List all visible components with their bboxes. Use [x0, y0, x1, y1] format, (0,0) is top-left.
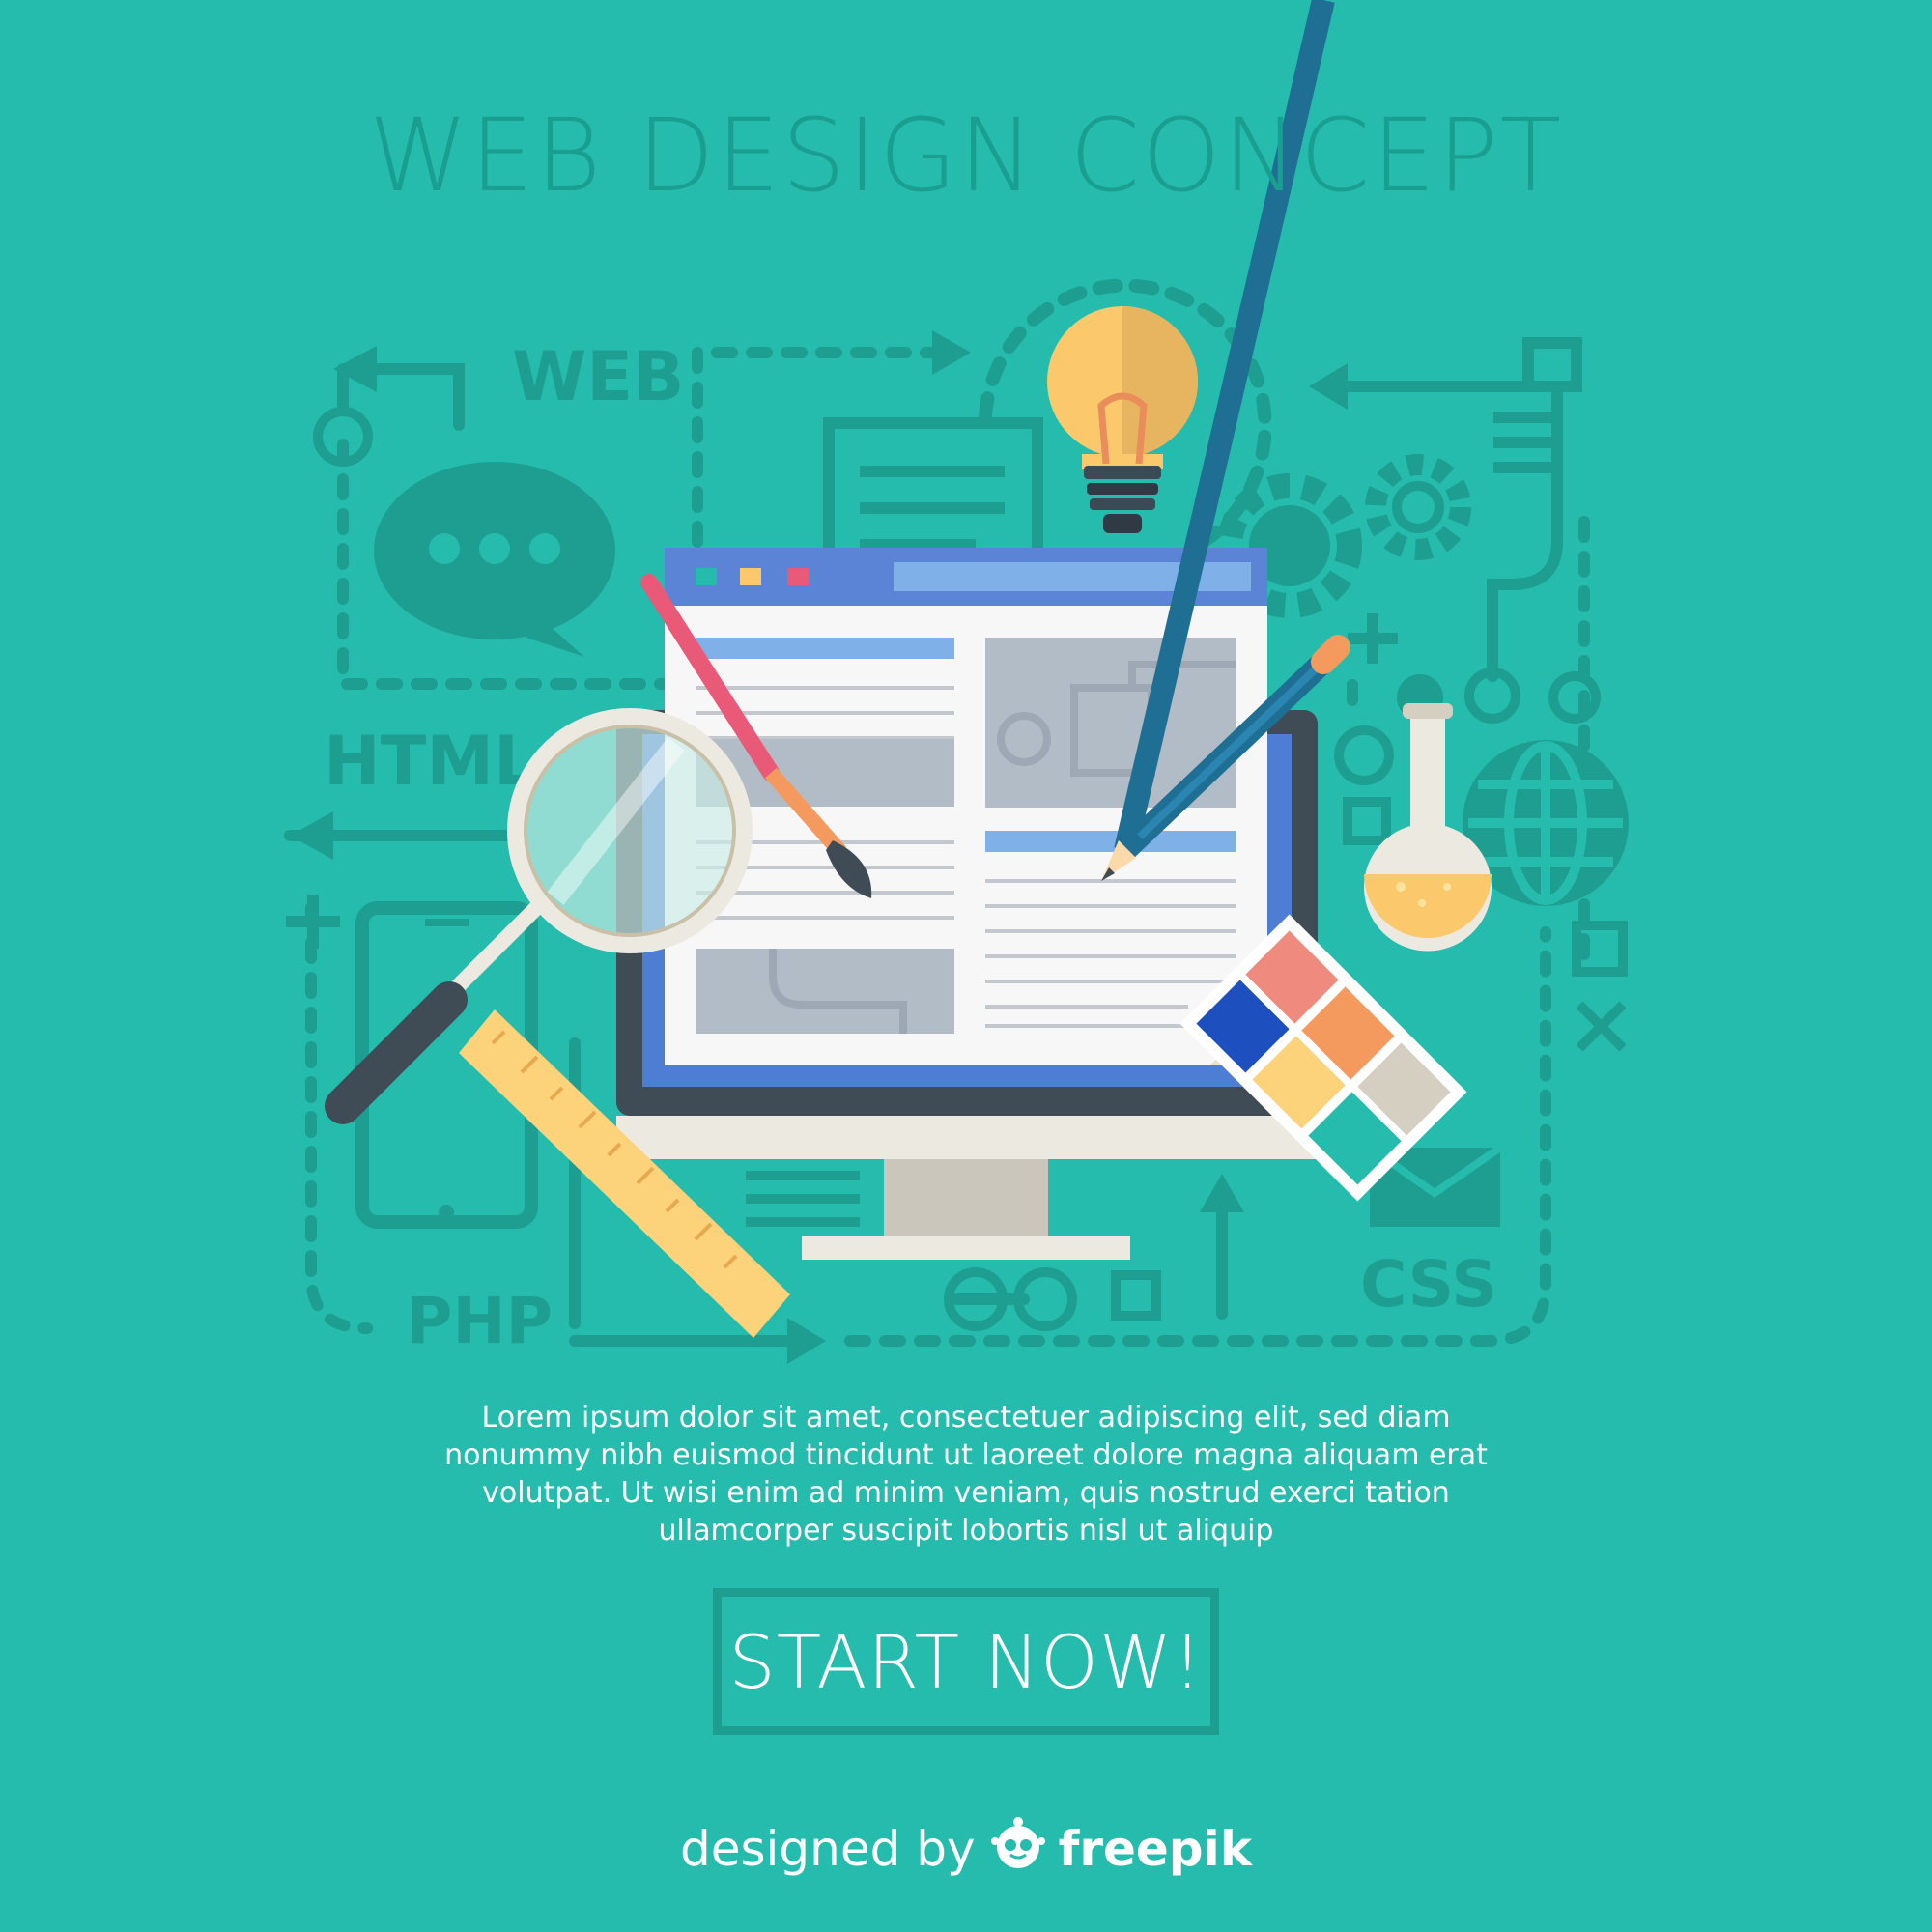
- window-dot-yellow: [740, 568, 761, 585]
- window-dot-red: [787, 568, 809, 585]
- window-dot-green: [696, 568, 717, 585]
- page-title: WEB DESIGN CONCEPT: [368, 97, 1564, 214]
- credit-brand: freepik: [1058, 1821, 1252, 1877]
- freepik-logo-icon: [989, 1816, 1047, 1882]
- designer-credit: designed by freepik: [0, 1816, 1932, 1882]
- lightbulb-icon: [1047, 306, 1198, 533]
- bg-word-css: CSS: [1360, 1247, 1497, 1321]
- credit-prefix: designed by: [679, 1821, 976, 1877]
- globe-icon: [1463, 740, 1629, 906]
- document-fold-icon: [1493, 337, 1582, 473]
- background-text-lines: [746, 1171, 860, 1227]
- bg-word-web: WEB: [512, 337, 684, 416]
- bg-word-php: PHP: [406, 1284, 553, 1358]
- chat-bubble-icon: [374, 462, 615, 657]
- bg-word-html: HTML: [324, 722, 537, 801]
- body-text: Lorem ipsum dolor sit amet, consectetuer…: [444, 1401, 1488, 1548]
- start-now-button[interactable]: START NOW!: [713, 1588, 1219, 1735]
